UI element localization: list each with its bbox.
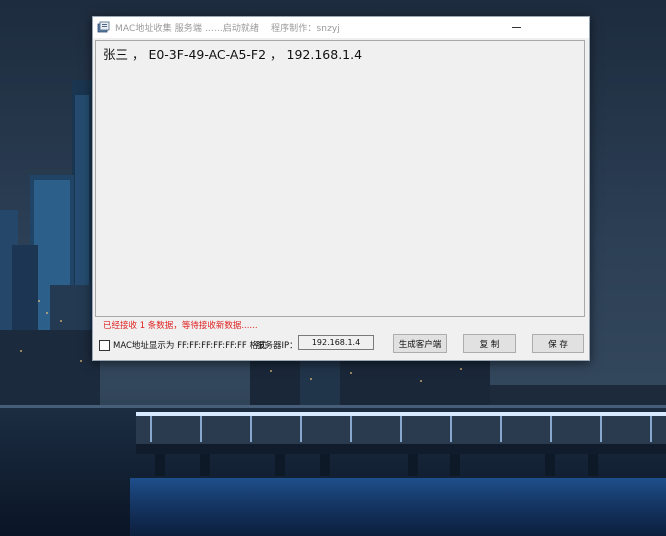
copy-button[interactable]: 复 制 bbox=[463, 334, 516, 353]
app-icon bbox=[97, 21, 110, 33]
controls-row: MAC地址显示为 FF:FF:FF:FF:FF:FF 格式 服务器IP： 192… bbox=[93, 333, 589, 359]
generate-client-button[interactable]: 生成客户端 bbox=[393, 334, 447, 353]
title-bar[interactable]: MAC地址收集 服务端 ......启动就绪 程序制作：snzyj bbox=[93, 17, 589, 38]
mac-format-checkbox[interactable] bbox=[99, 339, 110, 351]
app-window: MAC地址收集 服务端 ......启动就绪 程序制作：snzyj 张三 ， E… bbox=[92, 16, 590, 361]
save-button[interactable]: 保 存 bbox=[532, 334, 584, 353]
received-data-textarea[interactable]: 张三 ， E0-3F-49-AC-A5-F2 ， 192.168.1.4 bbox=[95, 40, 585, 317]
received-data-line: 张三 ， E0-3F-49-AC-A5-F2 ， 192.168.1.4 bbox=[103, 47, 363, 62]
mac-format-label: MAC地址显示为 FF:FF:FF:FF:FF:FF 格式 bbox=[113, 341, 267, 351]
server-ip-input[interactable]: 192.168.1.4 bbox=[298, 335, 374, 350]
status-message: 已经接收 1 条数据，等待接收新数据...... bbox=[103, 321, 258, 331]
server-ip-label: 服务器IP： bbox=[256, 341, 298, 351]
window-title: MAC地址收集 服务端 ......启动就绪 程序制作：snzyj bbox=[115, 24, 340, 34]
minimize-icon bbox=[511, 27, 521, 28]
minimize-button[interactable] bbox=[501, 17, 531, 38]
mac-format-option[interactable]: MAC地址显示为 FF:FF:FF:FF:FF:FF 格式 bbox=[99, 339, 267, 351]
